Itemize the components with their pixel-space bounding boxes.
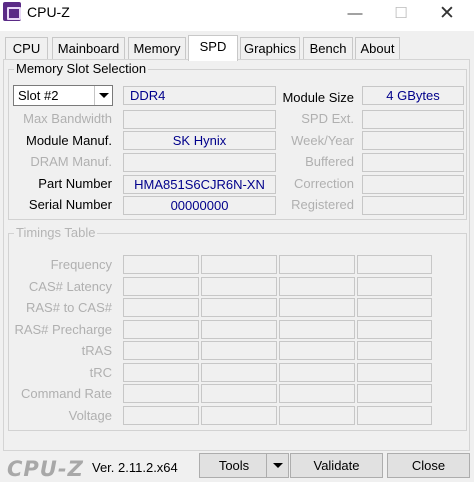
timings-cell [279,255,355,274]
timings-cell [357,363,432,382]
tab-bar: CPU Mainboard Memory SPD Graphics Bench … [0,35,474,61]
timings-cell [279,277,355,296]
week-year-field [362,131,464,150]
cpuz-app-icon [3,2,21,21]
timings-cell [201,298,277,317]
registered-field [362,196,464,215]
timings-cell [357,406,432,425]
buffered-label: Buffered [305,154,354,169]
correction-label: Correction [294,176,354,191]
serial-number-label: Serial Number [28,197,112,212]
chevron-down-icon[interactable] [266,454,288,477]
tab-mainboard[interactable]: Mainboard [52,37,125,60]
timings-cell [201,320,277,339]
validate-button[interactable]: Validate [290,453,383,478]
bottom-bar: CPU-Z Ver. 2.11.2.x64 Tools Validate Clo… [0,452,474,482]
timings-cell [201,277,277,296]
tab-cpu[interactable]: CPU [5,37,48,60]
timings-cell [357,341,432,360]
cpuz-logo: CPU-Z [7,457,84,481]
title-bar: CPU-Z — ☐ ✕ [0,0,474,31]
timings-cell [123,255,199,274]
timings-cell [123,277,199,296]
part-number-label: Part Number [38,176,112,191]
correction-field [362,175,464,194]
part-number-field: HMA851S6CJR6N-XN [123,175,276,194]
timings-cell [357,277,432,296]
timings-row-label: Command Rate [20,386,112,401]
timings-cell [123,341,199,360]
timings-cell [357,298,432,317]
timings-row-label: Voltage [68,408,112,423]
timings-row-label: tRC [89,365,112,380]
module-manuf-field: SK Hynix [123,131,276,150]
module-size-field: 4 GBytes [362,86,464,105]
timings-cell [123,406,199,425]
timings-cell [357,255,432,274]
chevron-down-icon[interactable] [94,86,112,105]
buffered-field [362,153,464,172]
timings-cell [279,341,355,360]
close-window-icon[interactable]: ✕ [424,0,470,29]
dram-manuf-label: DRAM Manuf. [30,154,112,169]
tab-spd[interactable]: SPD [188,35,238,61]
timings-cell [123,298,199,317]
version-label: Ver. 2.11.2.x64 [92,460,178,475]
timings-cell [123,320,199,339]
timings-cell [201,406,277,425]
minimize-icon[interactable]: — [332,0,378,29]
timings-row-label: Frequency [50,257,112,272]
timings-cell [201,255,277,274]
timings-cell [279,320,355,339]
max-bandwidth-field [123,110,276,129]
window-title: CPU-Z [27,4,70,20]
tab-memory[interactable]: Memory [128,37,186,60]
timings-row-label: tRAS [81,343,112,358]
timings-cell [201,363,277,382]
timings-row-label: RAS# Precharge [14,322,112,337]
memory-type-field: DDR4 [123,86,276,105]
timings-group-title: Timings Table [14,225,98,241]
tab-graphics[interactable]: Graphics [240,37,300,60]
timings-row-label: CAS# Latency [28,279,112,294]
timings-cell [201,384,277,403]
timings-cell [357,384,432,403]
module-size-label: Module Size [282,90,354,105]
timings-cell [123,384,199,403]
registered-label: Registered [291,197,354,212]
timings-cell [201,341,277,360]
memory-slot-group-title: Memory Slot Selection [14,61,149,77]
spd-ext-field [362,110,464,129]
close-button[interactable]: Close [387,453,470,478]
max-bandwidth-label: Max Bandwidth [23,111,112,126]
module-manuf-label: Module Manuf. [26,133,112,148]
timings-cell [279,406,355,425]
slot-select-value: Slot #2 [18,88,59,103]
slot-select[interactable]: Slot #2 [13,85,113,106]
timings-cell [279,363,355,382]
tools-button-label: Tools [218,458,250,473]
dram-manuf-field [123,153,276,172]
tab-about[interactable]: About [355,37,400,60]
timings-cell [123,363,199,382]
maximize-icon[interactable]: ☐ [378,0,424,29]
timings-cell [357,320,432,339]
tab-bench[interactable]: Bench [303,37,353,60]
serial-number-field: 00000000 [123,196,276,215]
timings-cell [279,384,355,403]
week-year-label: Week/Year [291,133,354,148]
timings-row-label: RAS# to CAS# [26,300,112,315]
spd-ext-label: SPD Ext. [301,111,354,126]
tools-button[interactable]: Tools [199,453,289,478]
timings-cell [279,298,355,317]
